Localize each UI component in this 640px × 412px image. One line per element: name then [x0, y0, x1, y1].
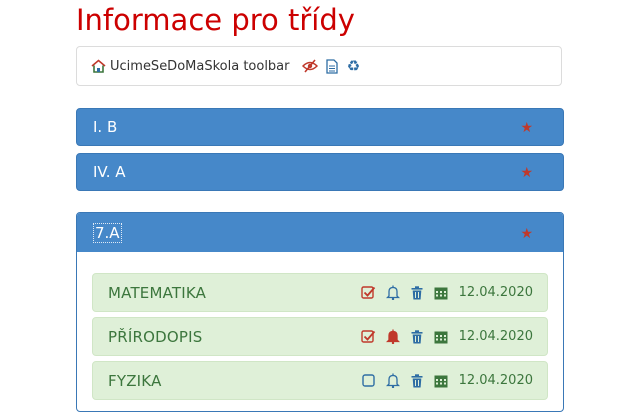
- eye-slash-icon[interactable]: [301, 58, 318, 74]
- class-label: IV. A: [93, 163, 126, 181]
- calendar-icon: [433, 329, 449, 345]
- subject-name: FYZIKA: [108, 371, 162, 390]
- bell-icon[interactable]: [385, 285, 401, 301]
- document-icon[interactable]: [324, 58, 340, 74]
- calendar-icon: [433, 373, 449, 389]
- star-icon[interactable]: ★: [520, 166, 533, 180]
- checkbox-empty-icon[interactable]: [361, 373, 377, 389]
- toolbar-brand[interactable]: UcimeSeDoMaSkola toolbar: [91, 59, 290, 74]
- home-icon: [91, 59, 106, 73]
- trash-icon[interactable]: [409, 329, 425, 345]
- calendar-icon: [433, 285, 449, 301]
- recycle-icon[interactable]: ♻: [346, 58, 362, 74]
- checkbox-checked-icon[interactable]: [361, 329, 377, 345]
- class-panel-iv-a[interactable]: IV. A ★: [76, 153, 564, 191]
- subject-date: 12.04.2020: [458, 373, 533, 388]
- subject-row[interactable]: MATEMATIKA 12.04.2020: [92, 273, 548, 312]
- bell-filled-icon[interactable]: [385, 329, 401, 345]
- trash-icon[interactable]: [409, 373, 425, 389]
- subject-date: 12.04.2020: [458, 285, 533, 300]
- star-icon[interactable]: ★: [520, 121, 533, 135]
- class-panel-i-b[interactable]: I. B ★: [76, 108, 564, 146]
- class-label: I. B: [93, 118, 118, 136]
- class-panel-header[interactable]: 7.A ★: [77, 213, 563, 252]
- bell-icon[interactable]: [385, 373, 401, 389]
- subject-name: MATEMATIKA: [108, 283, 207, 302]
- class-label: 7.A: [93, 222, 122, 243]
- toolbar-brand-label: UcimeSeDoMaSkola toolbar: [110, 58, 290, 74]
- subject-row[interactable]: FYZIKA 12.04.2020: [92, 361, 548, 400]
- class-panel-7-a: 7.A ★ MATEMATIKA 12.04.2020 PŘÍRODOPIS 1…: [76, 212, 564, 412]
- subject-name: PŘÍRODOPIS: [108, 327, 203, 346]
- trash-icon[interactable]: [409, 285, 425, 301]
- subject-row[interactable]: PŘÍRODOPIS 12.04.2020: [92, 317, 548, 356]
- subject-date: 12.04.2020: [458, 329, 533, 344]
- page-title: Informace pro třídy: [76, 3, 355, 37]
- toolbar: UcimeSeDoMaSkola toolbar ♻: [76, 46, 562, 86]
- star-icon[interactable]: ★: [520, 227, 533, 241]
- checkbox-checked-icon[interactable]: [361, 285, 377, 301]
